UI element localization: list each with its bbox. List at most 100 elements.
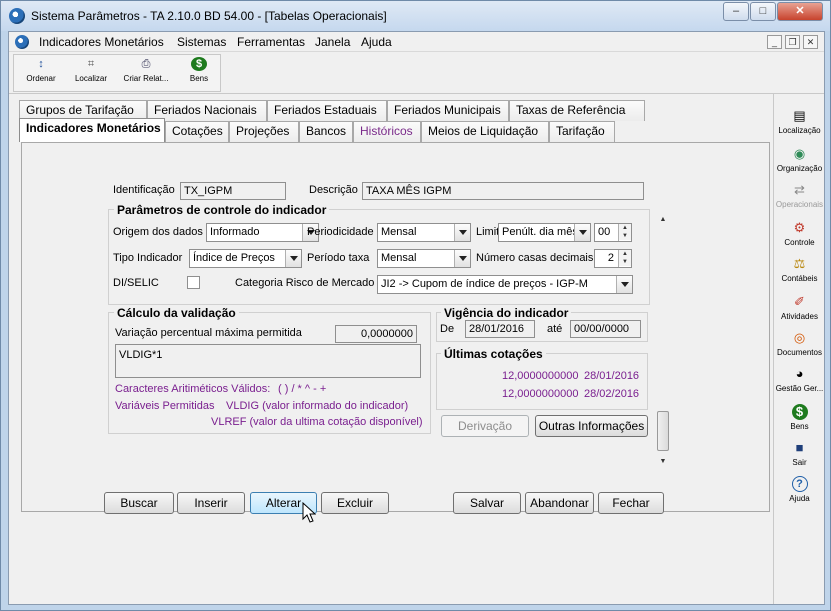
tab-meios-liquidacao[interactable]: Meios de Liquidação <box>421 121 549 142</box>
diselic-checkbox[interactable] <box>187 276 200 289</box>
identificacao-field[interactable]: TX_IGPM <box>180 182 286 200</box>
mdi-minimize-button[interactable]: _ <box>767 35 782 49</box>
sort-az-icon: ↕ <box>38 58 44 70</box>
periodo-taxa-label: Período taxa <box>307 252 370 264</box>
categoria-select[interactable]: JI2 -> Cupom de índice de preços - IGP-M <box>377 275 633 294</box>
tab-bancos[interactable]: Bancos <box>299 121 353 142</box>
criar-relatorio-button[interactable]: ⎙ Criar Relat... <box>118 57 174 91</box>
tab-taxas-referencia[interactable]: Taxas de Referência <box>509 100 645 121</box>
vlref-text: VLREF (valor da ultima cotação disponíve… <box>211 416 423 428</box>
sidebar-item-sair[interactable]: ■ Sair <box>774 440 825 467</box>
tab-feriados-estaduais[interactable]: Feriados Estaduais <box>267 100 387 121</box>
mdi-close-button[interactable]: ✕ <box>803 35 818 49</box>
identificacao-label: Identificação <box>113 184 175 196</box>
categoria-label: Categoria Risco de Mercado <box>235 277 375 289</box>
app-logo-icon <box>9 8 25 24</box>
find-icon: ⌗ <box>87 58 95 70</box>
menu-indicadores[interactable]: Indicadores Monetários <box>39 35 164 49</box>
sidebar-item-controle[interactable]: ⚙ Controle <box>774 220 825 247</box>
scroll-thumb[interactable] <box>657 411 669 451</box>
variacao-field[interactable]: 0,0000000 <box>335 325 417 343</box>
minimize-button[interactable]: – <box>723 2 749 21</box>
cotacao-valor-2: 12,0000000000 <box>502 388 579 400</box>
tab-panel-indicadores: Identificação TX_IGPM Descrição TAXA MÊS… <box>21 142 770 514</box>
mdi-restore-button[interactable]: ❐ <box>785 35 800 49</box>
vldig-text: VLDIG (valor informado do indicador) <box>226 400 409 412</box>
eye-icon: ◕ <box>795 366 804 381</box>
descricao-field[interactable]: TAXA MÊS IGPM <box>362 182 644 200</box>
formula-field[interactable]: VLDIG*1 <box>115 344 421 378</box>
sidebar-item-ajuda[interactable]: ? Ajuda <box>774 476 825 503</box>
close-button[interactable]: ✕ <box>777 2 823 21</box>
tab-tarifacao[interactable]: Tarifação <box>549 121 615 142</box>
scroll-down-icon[interactable]: ▼ <box>656 455 670 469</box>
form-scrollbar[interactable]: ▲ ▼ <box>656 213 670 469</box>
spin-up-icon[interactable]: ▲ <box>619 224 631 232</box>
variaveis-label: Variáveis Permitidas <box>115 400 215 412</box>
abandonar-button[interactable]: Abandonar <box>525 492 594 514</box>
tab-historicos[interactable]: Históricos <box>353 121 421 142</box>
spin-down-icon[interactable]: ▼ <box>619 258 631 266</box>
tipo-indicador-select[interactable]: Índice de Preços <box>189 249 302 268</box>
fechar-button[interactable]: Fechar <box>598 492 664 514</box>
mouse-pointer-icon <box>302 502 316 523</box>
exit-door-icon: ■ <box>795 440 804 455</box>
salvar-button[interactable]: Salvar <box>453 492 521 514</box>
toolbar: ↕ Ordenar ⌗ Localizar ⎙ Criar Relat... $… <box>9 52 824 94</box>
outras-informacoes-button[interactable]: Outras Informações <box>535 415 648 437</box>
tab-feriados-municipais[interactable]: Feriados Municipais <box>387 100 509 121</box>
inserir-button[interactable]: Inserir <box>177 492 245 514</box>
vigencia-ate-field[interactable]: 00/00/0000 <box>570 320 641 338</box>
chevron-down-icon[interactable] <box>574 224 590 241</box>
variacao-label: Variação percentual máxima permitida <box>115 327 302 339</box>
limite-stepper[interactable]: 00 ▲ ▼ <box>594 223 632 242</box>
ordenar-button[interactable]: ↕ Ordenar <box>16 57 66 91</box>
vigencia-de-field[interactable]: 28/01/2016 <box>465 320 535 338</box>
origem-select[interactable]: Informado <box>206 223 319 242</box>
excluir-button[interactable]: Excluir <box>321 492 389 514</box>
descricao-label: Descrição <box>309 184 358 196</box>
scroll-up-icon[interactable]: ▲ <box>656 213 670 227</box>
sidebar-item-contabeis[interactable]: ⚖ Contábeis <box>774 256 825 283</box>
periodicidade-select[interactable]: Mensal <box>377 223 471 242</box>
cotacao-data-1: 28/01/2016 <box>584 370 640 382</box>
organization-icon: ◉ <box>793 146 806 161</box>
pin-icon: ✐ <box>794 294 805 309</box>
casas-decimais-stepper[interactable]: 2 ▲ ▼ <box>594 249 632 268</box>
localizar-button[interactable]: ⌗ Localizar <box>66 57 116 91</box>
tab-indicadores-monetarios[interactable]: Indicadores Monetários <box>19 118 165 142</box>
tab-cotacoes[interactable]: Cotações <box>165 121 229 142</box>
maximize-button[interactable]: □ <box>750 2 776 21</box>
bens-button[interactable]: $ Bens <box>174 57 224 91</box>
limite-select[interactable]: Penúlt. dia mês <box>498 223 591 242</box>
sidebar-item-organizacao[interactable]: ◉ Organização <box>774 146 825 173</box>
tab-projecoes[interactable]: Projeções <box>229 121 299 142</box>
sidebar-item-atividades[interactable]: ✐ Atividades <box>774 294 825 321</box>
chevron-down-icon[interactable] <box>285 250 301 267</box>
sidebar-item-localizacao[interactable]: ▤ Localização <box>774 108 825 135</box>
sidebar-item-documentos[interactable]: ◎ Documentos <box>774 330 825 357</box>
origem-label: Origem dos dados <box>113 226 203 238</box>
periodo-taxa-select[interactable]: Mensal <box>377 249 471 268</box>
menu-ajuda[interactable]: Ajuda <box>361 35 392 49</box>
tab-row-2: Indicadores Monetários Cotações Projeçõe… <box>19 118 759 142</box>
menu-sistemas[interactable]: Sistemas <box>177 35 226 49</box>
app-window: Sistema Parâmetros - TA 2.10.0 BD 54.00 … <box>0 0 831 611</box>
chevron-down-icon[interactable] <box>454 250 470 267</box>
menu-janela[interactable]: Janela <box>315 35 350 49</box>
mdi-child-icon[interactable] <box>15 35 29 49</box>
sidebar-item-operacionais[interactable]: ⇄ Operacionais <box>774 182 825 209</box>
tab-feriados-nacionais[interactable]: Feriados Nacionais <box>147 100 267 121</box>
spin-up-icon[interactable]: ▲ <box>619 250 631 258</box>
spin-down-icon[interactable]: ▼ <box>619 232 631 240</box>
cotacao-valor-1: 12,0000000000 <box>502 370 579 382</box>
sidebar-item-gestao[interactable]: ◕ Gestão Ger... <box>774 366 825 393</box>
menu-ferramentas[interactable]: Ferramentas <box>237 35 305 49</box>
buscar-button[interactable]: Buscar <box>104 492 174 514</box>
sidebar-item-bens[interactable]: $ Bens <box>774 404 825 431</box>
chevron-down-icon[interactable] <box>454 224 470 241</box>
cotacao-data-2: 28/02/2016 <box>584 388 640 400</box>
derivacao-button[interactable]: Derivação <box>441 415 529 437</box>
mdi-client: Indicadores Monetários Sistemas Ferramen… <box>8 31 825 605</box>
chevron-down-icon[interactable] <box>616 276 632 293</box>
